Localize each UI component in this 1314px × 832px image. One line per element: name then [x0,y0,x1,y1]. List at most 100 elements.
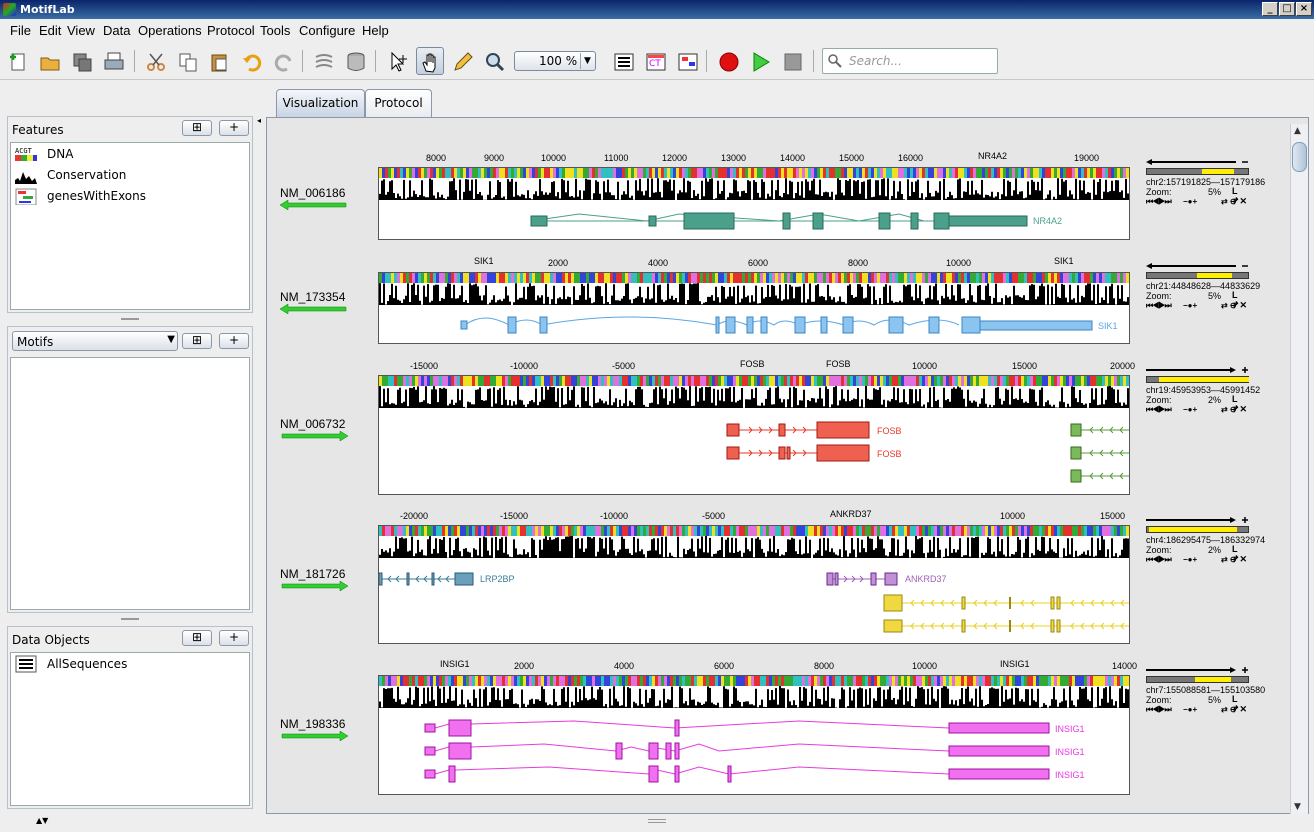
strand-direction-icon[interactable] [1146,262,1250,270]
svg-text:CT: CT [649,59,661,69]
color-view-icon[interactable]: CT [641,47,669,75]
tab-visualization[interactable]: Visualization [276,89,365,117]
viewport-bar[interactable] [1146,376,1249,383]
scroll-nav-icon[interactable]: ⏮◀▶⏭ [1146,301,1172,311]
collapse-left-icon[interactable]: ◂ [257,116,261,125]
feature-item-genes-with-exons[interactable]: genesWithExons [13,186,243,206]
print-button[interactable] [99,47,127,75]
bottom-splitter-grip[interactable] [648,819,666,823]
sequence-view-icon[interactable] [609,47,637,75]
flip-icon[interactable]: ⇄ ⊖ [1221,301,1237,310]
database-icon[interactable] [341,47,369,75]
flip-icon[interactable]: ⇄ ⊖ [1221,555,1237,564]
gene-label: SIK1 [1098,321,1118,331]
save-all-button[interactable] [67,47,95,75]
select-tool-icon[interactable] [384,47,412,75]
tab-protocol[interactable]: Protocol [365,89,432,117]
features-add-button[interactable]: + [219,120,249,136]
menu-help[interactable]: Help [362,23,389,38]
copy-icon[interactable] [173,47,201,75]
zoom-nav-icon[interactable]: −●+ [1183,705,1197,714]
zoom-nav-icon[interactable]: −●+ [1183,405,1197,414]
redo-icon[interactable] [269,47,297,75]
menu-tools[interactable]: Tools [260,23,290,38]
sequence-name[interactable]: NM_181726 [280,567,345,581]
expand-arrows-icon[interactable]: ▲▼ [36,816,48,825]
paste-icon[interactable] [205,47,233,75]
minimize-button[interactable]: _ [1262,2,1278,16]
flip-icon[interactable]: ⇄ ⊖ [1221,405,1237,414]
feature-item-conservation[interactable]: Conservation [13,165,243,185]
ruler-tick-label: 13000 [721,153,747,163]
region-track-icon [15,188,37,205]
sequence-name[interactable]: NM_198336 [280,717,345,731]
scroll-thumb[interactable] [1292,142,1307,172]
scroll-down-icon[interactable]: ▼ [1294,802,1301,812]
scroll-nav-icon[interactable]: ⏮◀▶⏭ [1146,197,1172,207]
features-tree-button[interactable]: ⊞ [182,120,212,136]
motifs-tree-button[interactable]: ⊞ [182,333,212,349]
data-object-item[interactable]: AllSequences [13,654,243,674]
zoom-nav-icon[interactable]: −●+ [1183,555,1197,564]
strand-direction-icon[interactable] [1146,158,1250,166]
sequence-track[interactable]: LRP2BP ANKRD37 [378,525,1130,644]
dna-ribbon-icon[interactable] [309,47,337,75]
vertical-scrollbar[interactable]: ▲ ▼ [1290,124,1308,814]
menu-configure[interactable]: Configure [299,23,355,38]
play-icon[interactable] [746,47,774,75]
sequence-name[interactable]: NM_173354 [280,290,345,304]
zoom-tool-icon[interactable] [480,47,508,75]
open-button[interactable] [35,47,63,75]
strand-direction-icon[interactable] [1146,366,1250,376]
viewport-bar[interactable] [1146,676,1249,683]
sequence-name[interactable]: NM_006186 [280,186,345,200]
scroll-up-icon[interactable]: ▲ [1294,126,1301,136]
feature-item-dna[interactable]: ACGT DNA [13,144,243,164]
menu-protocol[interactable]: Protocol [207,23,255,38]
record-icon[interactable] [714,47,742,75]
strand-direction-icon[interactable] [1146,516,1250,526]
sequence-track[interactable]: FOSB FOSB [378,375,1130,495]
flip-icon[interactable]: ⇄ ⊖ [1221,197,1237,206]
sequence-track[interactable]: INSIG1 INSIG1 INSIG1 [378,675,1130,795]
layout-view-icon[interactable] [673,47,701,75]
data-objects-tree-button[interactable]: ⊞ [182,630,212,646]
maximize-button[interactable]: □ [1279,2,1295,16]
viewport-bar[interactable] [1146,168,1249,175]
menu-file[interactable]: File [10,23,31,38]
scroll-nav-icon[interactable]: ⏮◀▶⏭ [1146,705,1172,715]
cut-icon[interactable] [141,47,169,75]
strand-direction-icon[interactable] [1146,666,1250,676]
menu-operations[interactable]: Operations [138,23,202,38]
flip-icon[interactable]: ⇄ ⊖ [1221,705,1237,714]
scroll-nav-icon[interactable]: ⏮◀▶⏭ [1146,405,1172,415]
zoom-nav-icon[interactable]: −●+ [1183,197,1197,206]
panel-splitter[interactable] [7,616,253,622]
close-button[interactable]: × [1296,2,1312,16]
sequence-track[interactable]: NR4A2 [378,167,1130,240]
pencil-tool-icon[interactable] [448,47,476,75]
motifs-dropdown[interactable]: Motifs ▼ [12,331,178,351]
data-object-label: AllSequences [47,657,128,671]
panel-splitter[interactable] [7,316,253,322]
new-button[interactable] [3,47,31,75]
undo-icon[interactable] [237,47,265,75]
menu-data[interactable]: Data [103,23,130,38]
viewport-bar[interactable] [1146,272,1249,279]
search-input[interactable]: Search... [822,48,998,74]
hand-tool-icon[interactable] [416,47,444,75]
sequence-name[interactable]: NM_006732 [280,417,345,431]
motifs-add-button[interactable]: + [219,333,249,349]
menu-edit[interactable]: Edit [39,23,61,38]
zoom-nav-icon[interactable]: −●+ [1183,301,1197,310]
viewport-bar[interactable] [1146,526,1249,533]
tss-marker-label: FOSB [826,359,851,369]
main-splitter[interactable]: ◂ [256,84,264,816]
sequence-track[interactable]: SIK1 [378,272,1130,344]
scroll-nav-icon[interactable]: ⏮◀▶⏭ [1146,555,1172,565]
data-objects-add-button[interactable]: + [219,630,249,646]
zoom-select[interactable]: 100 % ▼ [514,51,596,71]
ruler-tick-label: 6000 [748,258,769,268]
menu-view[interactable]: View [67,23,95,38]
stop-icon[interactable] [778,47,806,75]
